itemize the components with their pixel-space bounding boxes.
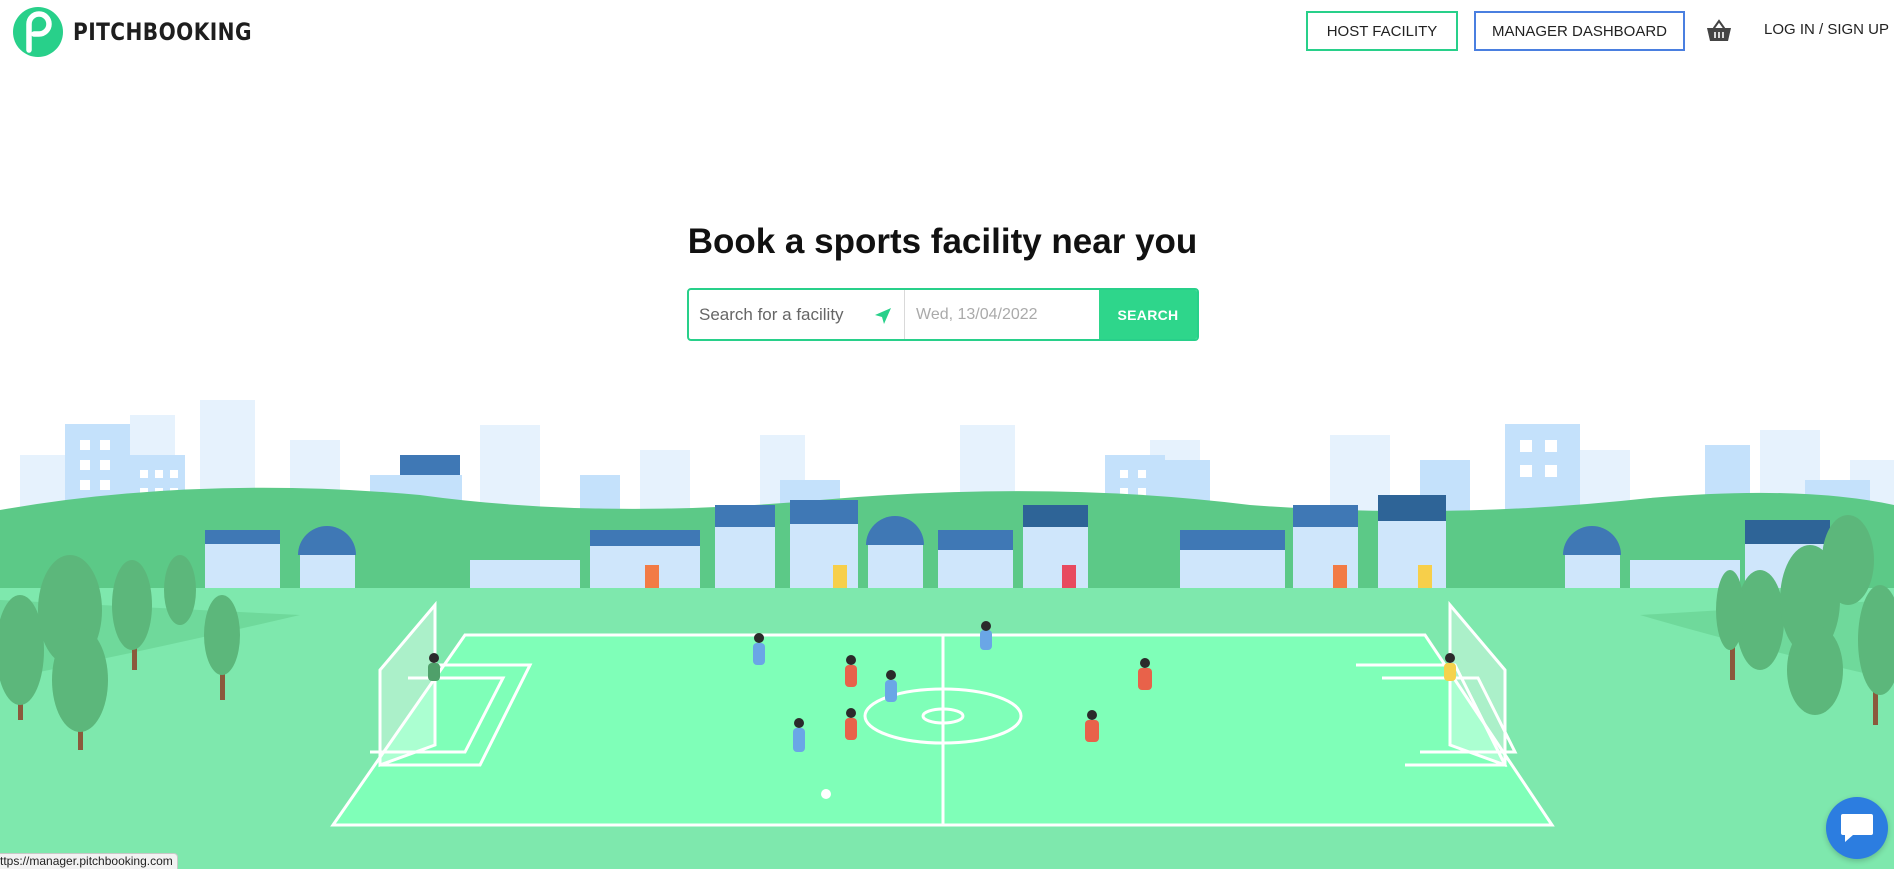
facility-search-bar: Search for a facility Wed, 13/04/2022 SE… <box>687 288 1199 341</box>
search-placeholder: Search for a facility <box>699 304 844 324</box>
brand-name: PITCHBOOKING <box>73 18 252 46</box>
host-facility-button[interactable]: HOST FACILITY <box>1306 11 1458 51</box>
login-signup-link[interactable]: LOG IN / SIGN UP <box>1764 21 1889 38</box>
chat-launcher-button[interactable] <box>1826 797 1888 859</box>
manager-dashboard-button[interactable]: MANAGER DASHBOARD <box>1474 11 1685 51</box>
football-pitch-illustration <box>0 400 1894 869</box>
hero-title: Book a sports facility near you <box>687 222 1198 261</box>
pitchbooking-logo-icon <box>13 7 63 57</box>
top-nav: PITCHBOOKING HOST FACILITY MANAGER DASHB… <box>0 0 1894 64</box>
brand-logo[interactable]: PITCHBOOKING <box>12 6 286 58</box>
search-button[interactable]: SEARCH <box>1099 290 1197 339</box>
location-arrow-icon[interactable] <box>874 307 892 325</box>
facility-search-input[interactable]: Search for a facility <box>689 290 905 339</box>
date-input[interactable]: Wed, 13/04/2022 <box>905 290 1099 339</box>
basket-icon[interactable] <box>1706 19 1732 43</box>
status-bar-url: ttps://manager.pitchbooking.com <box>0 853 178 869</box>
chat-bubble-icon <box>1841 814 1873 842</box>
